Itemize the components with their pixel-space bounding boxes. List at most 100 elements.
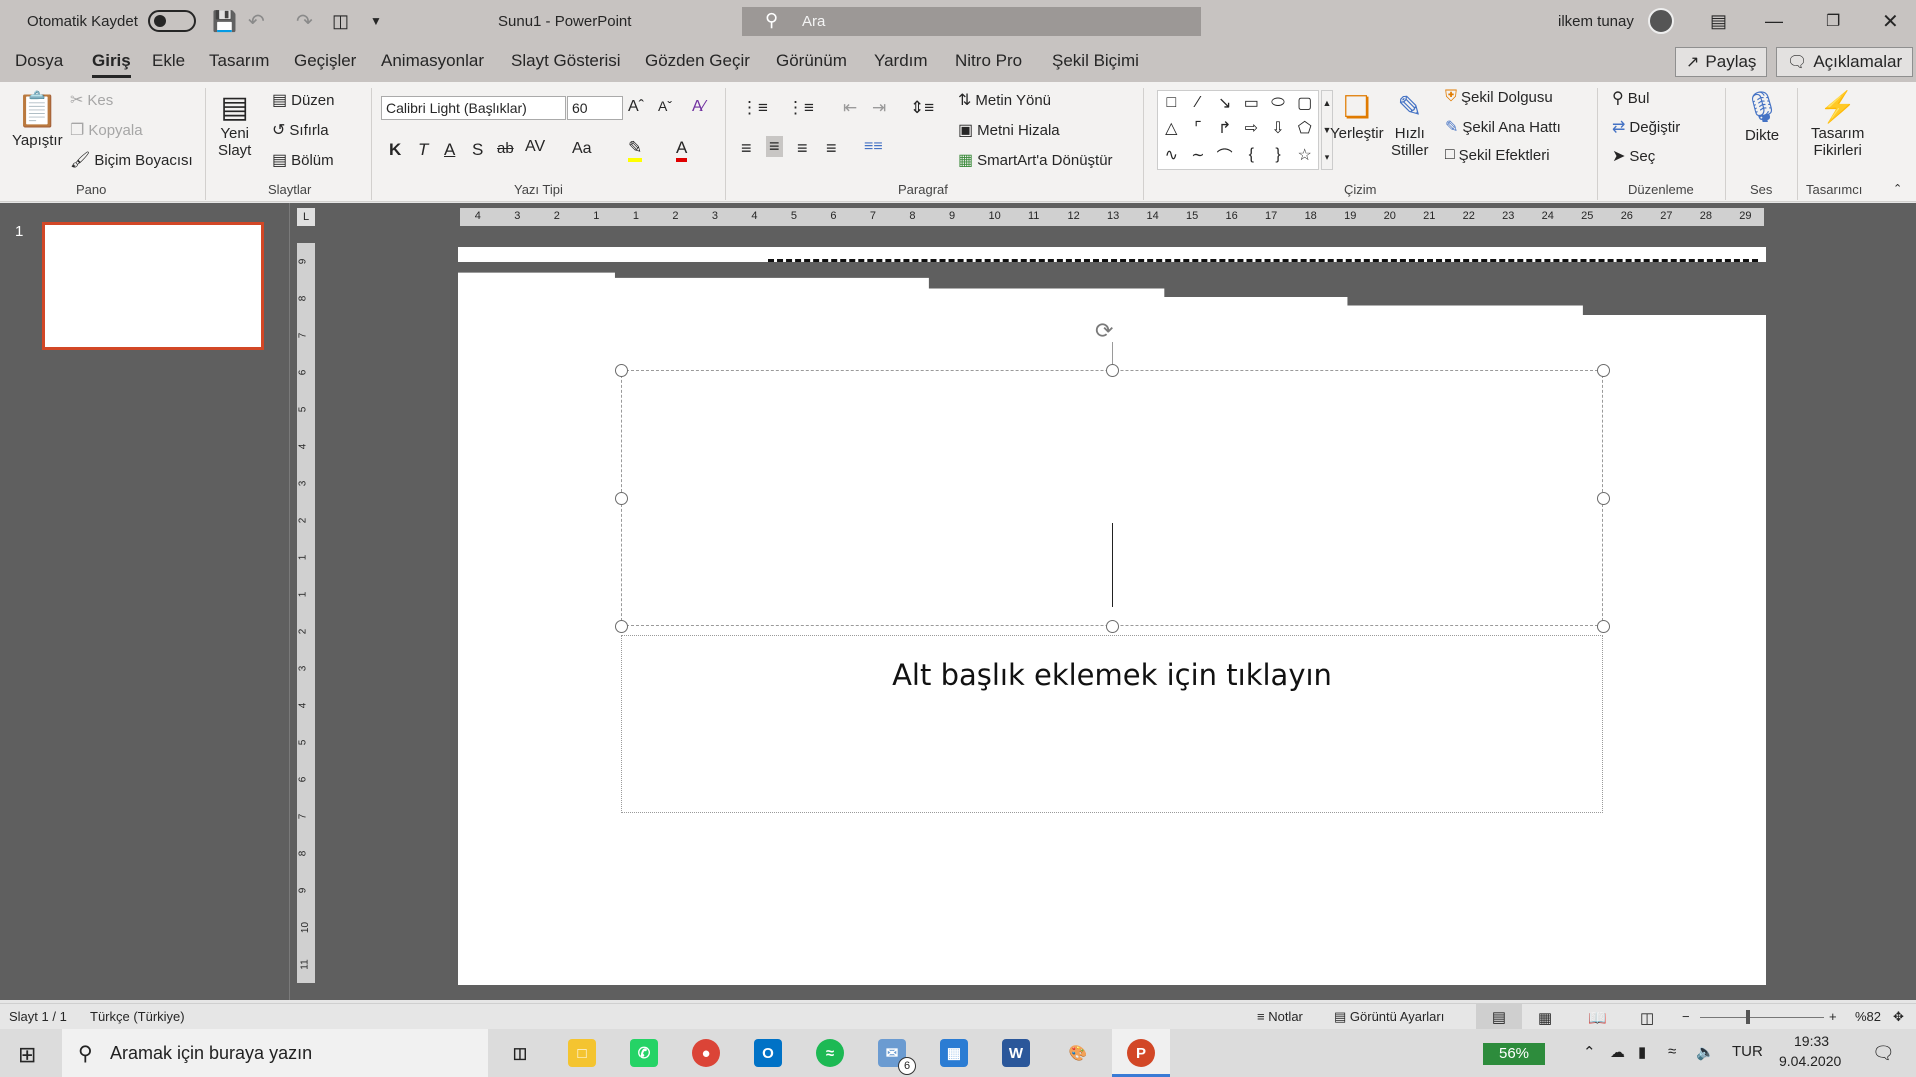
- numbering-icon[interactable]: ⋮≡: [787, 98, 814, 118]
- underline-button[interactable]: A: [444, 140, 455, 160]
- textbox-shape-icon[interactable]: □: [1166, 94, 1176, 112]
- chevron-up-icon[interactable]: ⌃: [1583, 1043, 1596, 1061]
- input-language[interactable]: TUR: [1732, 1043, 1763, 1060]
- format-painter-button[interactable]: 🖌 Biçim Boyacısı: [70, 150, 193, 170]
- select-button[interactable]: ➤ Seç: [1612, 146, 1655, 166]
- align-right-icon[interactable]: ≡: [797, 138, 808, 159]
- paint-icon[interactable]: 🎨: [1064, 1039, 1092, 1067]
- slide-canvas[interactable]: ⟳ Alt başlık eklemek için tıklayın: [458, 247, 1766, 985]
- close-icon[interactable]: ✕: [1882, 0, 1899, 42]
- font-color-icon[interactable]: A: [676, 138, 688, 162]
- text-direction-button[interactable]: ⇅ Metin Yönü: [958, 90, 1051, 110]
- save-icon[interactable]: 💾: [212, 0, 237, 42]
- shape-outline-button[interactable]: ✎ Şekil Ana Hattı: [1445, 117, 1561, 137]
- avatar[interactable]: [1648, 0, 1674, 42]
- oval-shape-icon[interactable]: ⬭: [1271, 94, 1285, 112]
- slide-sorter-icon[interactable]: ▦: [1538, 1009, 1552, 1027]
- tab-gozden-gecir[interactable]: Gözden Geçir: [645, 51, 750, 71]
- shape-effects-button[interactable]: □ Şekil Efektleri: [1445, 146, 1550, 164]
- volume-icon[interactable]: 🔈: [1696, 1043, 1715, 1061]
- arc-shape-icon[interactable]: ⌒: [1217, 143, 1233, 167]
- outlook-icon[interactable]: O: [754, 1039, 782, 1067]
- calendar-icon[interactable]: ▦: [940, 1039, 968, 1067]
- copy-button[interactable]: ❐ Kopyala: [70, 120, 143, 140]
- display-settings-button[interactable]: ▤ Görüntü Ayarları: [1334, 1009, 1444, 1025]
- align-center-icon[interactable]: ≡: [766, 136, 783, 157]
- pentagon-shape-icon[interactable]: ⬠: [1298, 118, 1312, 138]
- down-arrow-shape-icon[interactable]: ⇩: [1271, 118, 1284, 138]
- cloud-icon[interactable]: ☁: [1610, 1043, 1625, 1061]
- collapse-ribbon-icon[interactable]: ⌃: [1893, 182, 1902, 195]
- cut-button[interactable]: ✂ Kes: [70, 90, 113, 110]
- tab-nitro-pro[interactable]: Nitro Pro: [955, 51, 1022, 71]
- autosave-toggle[interactable]: [148, 0, 196, 42]
- resize-handle-bottom-left[interactable]: [615, 620, 628, 633]
- arrange-button[interactable]: ❏ Yerleştir: [1330, 90, 1384, 142]
- notes-button[interactable]: ≡ Notlar: [1257, 1009, 1303, 1024]
- line-shape-icon[interactable]: ∕: [1197, 94, 1200, 112]
- quick-styles-button[interactable]: ✎ Hızlı Stiller: [1391, 90, 1429, 159]
- minimize-icon[interactable]: —: [1765, 0, 1783, 42]
- increase-indent-icon[interactable]: ⇥: [872, 98, 886, 118]
- tab-giris[interactable]: Giriş: [92, 51, 131, 78]
- columns-icon[interactable]: ≡≡: [864, 138, 883, 156]
- tab-slayt-gosterisi[interactable]: Slayt Gösterisi: [511, 51, 621, 71]
- replace-button[interactable]: ⇄ Değiştir: [1612, 117, 1680, 137]
- spotify-icon[interactable]: ≈: [816, 1039, 844, 1067]
- justify-icon[interactable]: ≡: [826, 138, 837, 159]
- curve-shape-icon[interactable]: ∿: [1165, 145, 1178, 165]
- bold-button[interactable]: K: [389, 140, 401, 160]
- customize-toolbar-icon[interactable]: ▼: [370, 0, 382, 42]
- chrome-icon[interactable]: ●: [692, 1039, 720, 1067]
- font-size-select[interactable]: 60: [567, 96, 623, 120]
- battery-percentage[interactable]: 56%: [1483, 1043, 1545, 1065]
- strikethrough-button[interactable]: ab: [497, 140, 514, 157]
- start-presentation-icon[interactable]: ◫: [332, 0, 349, 42]
- slideshow-view-icon[interactable]: ◫: [1640, 1009, 1654, 1027]
- powerpoint-icon[interactable]: P: [1127, 1039, 1155, 1067]
- tab-gorunum[interactable]: Görünüm: [776, 51, 847, 71]
- resize-handle-bottom-right[interactable]: [1597, 620, 1610, 633]
- restore-icon[interactable]: ❐: [1826, 0, 1840, 42]
- left-brace-shape-icon[interactable]: {: [1249, 146, 1254, 164]
- zoom-slider[interactable]: [1700, 1017, 1824, 1018]
- new-slide-button[interactable]: ▤ Yeni Slayt: [218, 90, 251, 159]
- line-spacing-icon[interactable]: ⇕≡: [910, 98, 934, 118]
- align-text-button[interactable]: ▣ Metni Hizala: [958, 120, 1060, 140]
- shape-fill-button[interactable]: ⛨ Şekil Dolgusu: [1445, 88, 1553, 106]
- share-button[interactable]: ↗ Paylaş: [1675, 47, 1768, 77]
- resize-handle-bottom[interactable]: [1106, 620, 1119, 633]
- comments-button[interactable]: 🗨 Açıklamalar: [1776, 47, 1914, 77]
- resize-handle-top-left[interactable]: [615, 364, 628, 377]
- elbow-connector-icon[interactable]: ⌜: [1194, 118, 1202, 138]
- right-arrow-shape-icon[interactable]: ⇨: [1245, 118, 1258, 138]
- reading-view-icon[interactable]: 📖: [1588, 1009, 1607, 1027]
- slide-thumbnail[interactable]: [42, 222, 264, 350]
- clock-date[interactable]: 9.04.2020: [1779, 1053, 1841, 1069]
- normal-view-icon[interactable]: ▤: [1476, 1004, 1522, 1030]
- rounded-rect-shape-icon[interactable]: ▢: [1297, 93, 1312, 113]
- tab-animasyonlar[interactable]: Animasyonlar: [381, 51, 484, 71]
- tab-sekil-bicimi[interactable]: Şekil Biçimi: [1052, 51, 1139, 71]
- find-button[interactable]: ⚲ Bul: [1612, 88, 1649, 108]
- ribbon-display-icon[interactable]: ▤: [1710, 0, 1727, 42]
- tab-gecisler[interactable]: Geçişler: [294, 51, 356, 71]
- align-left-icon[interactable]: ≡: [741, 138, 752, 159]
- resize-handle-left[interactable]: [615, 492, 628, 505]
- undo-icon[interactable]: ↶: [248, 0, 265, 42]
- title-placeholder[interactable]: [621, 370, 1603, 626]
- clock-time[interactable]: 19:33: [1794, 1033, 1829, 1049]
- word-icon[interactable]: W: [1002, 1039, 1030, 1067]
- elbow-arrow-icon[interactable]: ↱: [1218, 118, 1231, 138]
- star-shape-icon[interactable]: ☆: [1297, 145, 1311, 165]
- zoom-slider-thumb[interactable]: [1746, 1010, 1750, 1024]
- file-explorer-icon[interactable]: □: [568, 1039, 596, 1067]
- layout-button[interactable]: ▤ Düzen: [272, 90, 334, 110]
- bullets-icon[interactable]: ⋮≡: [741, 98, 768, 118]
- search-box[interactable]: ⚲ Ara: [742, 7, 1201, 36]
- tab-ekle[interactable]: Ekle: [152, 51, 185, 71]
- language-indicator[interactable]: Türkçe (Türkiye): [90, 1009, 185, 1024]
- decrease-indent-icon[interactable]: ⇤: [843, 98, 857, 118]
- shadow-button[interactable]: S: [472, 140, 483, 160]
- fit-to-window-icon[interactable]: ✥: [1893, 1009, 1904, 1025]
